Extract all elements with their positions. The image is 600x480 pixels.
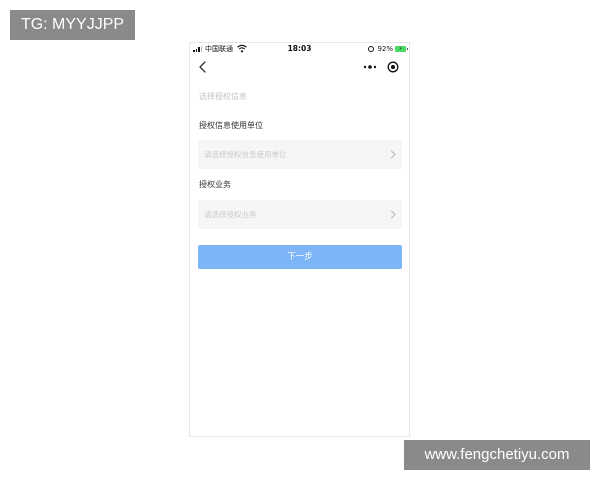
unit-label: 授权信息使用单位 [199,121,263,130]
business-label: 授权业务 [199,180,231,189]
unit-select[interactable]: 请选择授权信息使用单位 [198,140,402,169]
target-icon[interactable] [387,61,399,73]
business-select[interactable]: 请选择授权业务 [198,200,402,229]
chevron-right-icon [391,150,396,159]
nav-bar [190,57,409,77]
status-right: 92% ⚡ [368,44,408,54]
watermark-top: TG: MYYJJPP [10,10,135,40]
chevron-left-icon[interactable] [196,60,210,74]
section-hint: 选择授权信息 [199,92,247,101]
page: TG: MYYJJPP 中国联通 18:03 92% ⚡ 选择授权信息 授权信息… [0,0,600,480]
unit-placeholder: 请选择授权信息使用单位 [204,150,287,159]
status-bar: 中国联通 18:03 92% ⚡ [190,43,409,55]
watermark-bottom: www.fengchetiyu.com [404,440,590,470]
next-step-button[interactable]: 下一步 [198,245,402,269]
business-placeholder: 请选择授权业务 [204,210,257,219]
phone-screen: 中国联通 18:03 92% ⚡ 选择授权信息 授权信息使用单位 请选择授权信息… [189,42,410,437]
chevron-right-icon [391,210,396,219]
more-dots-icon[interactable] [362,62,378,72]
orientation-lock-icon [368,46,375,52]
battery-charging-icon: ⚡ [395,46,408,52]
battery-percent: 92% [377,45,393,53]
